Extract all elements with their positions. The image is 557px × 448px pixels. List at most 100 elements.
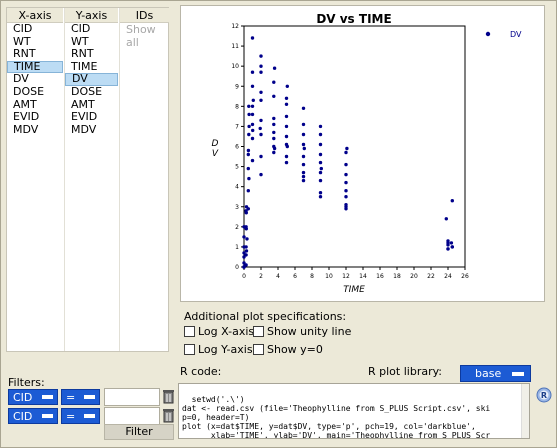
data-point: [272, 116, 276, 121]
log-x-checkbox[interactable]: [184, 326, 195, 337]
plot-panel: 0 2 4 6 8 10 12 14 16 18 20 22 24 26 0 1 2 3 4 5 6 7 8 9 10 11 12 …: [180, 5, 545, 302]
r-plot-library-value: base: [475, 367, 502, 380]
data-point: [242, 235, 246, 239]
x-tick-label: 6: [293, 273, 297, 280]
data-point: [259, 90, 263, 95]
x-tick-label: 8: [310, 273, 314, 280]
x-axis-item-cid[interactable]: CID: [7, 22, 63, 36]
x-tick-label: 18: [393, 273, 401, 280]
filter-variable-select-1[interactable]: CID: [8, 389, 58, 405]
r-plot-library-select[interactable]: base: [460, 365, 531, 382]
rcode-scrollbar[interactable]: [521, 384, 529, 438]
x-tick-label: 24: [444, 273, 452, 280]
y-tick-label: 3: [235, 204, 239, 211]
data-point: [272, 80, 276, 84]
filter-value-input-1[interactable]: [104, 388, 160, 406]
unity-line-option[interactable]: Show unity line: [253, 325, 351, 338]
x-axis-item-dose[interactable]: DOSE: [7, 85, 63, 99]
filters-label: Filters:: [8, 376, 45, 389]
data-point: [284, 124, 289, 129]
y-axis-item-evid[interactable]: EVID: [65, 111, 118, 124]
show-y0-checkbox[interactable]: [253, 344, 264, 355]
data-point: [244, 253, 248, 257]
r-logo-icon[interactable]: R: [536, 387, 552, 403]
y-axis-item-mdv[interactable]: MDV: [65, 123, 118, 137]
filter-variable-select-2[interactable]: CID: [8, 408, 58, 424]
data-point: [301, 174, 306, 179]
log-y-label: Log Y-axis: [198, 343, 253, 356]
filter-operator-select-2[interactable]: =: [61, 408, 100, 424]
data-point: [259, 132, 263, 137]
data-point: [344, 189, 348, 193]
x-axis-item-evid[interactable]: EVID: [7, 111, 63, 124]
data-point: [318, 132, 323, 137]
legend-label: DV: [510, 30, 522, 39]
data-point: [246, 148, 251, 153]
filter-variable-value-1: CID: [13, 390, 33, 404]
filter-button[interactable]: Filter: [104, 424, 174, 440]
scatter-chart: 0 2 4 6 8 10 12 14 16 18 20 22 24 260123456789101112 …: [212, 12, 522, 295]
x-tick-label: 20: [410, 273, 418, 280]
x-tick-label: 26: [461, 273, 469, 280]
y-axis-list: CID WT RNT TIME DV DOSE AMT EVID MDV: [65, 22, 118, 137]
data-point: [318, 191, 323, 195]
data-point: [250, 36, 255, 40]
data-point: [344, 162, 348, 167]
trash-icon[interactable]: [163, 408, 174, 423]
show-y0-label: Show y=0: [267, 343, 323, 356]
y-axis-item-dose[interactable]: DOSE: [65, 85, 118, 99]
data-point: [250, 112, 255, 117]
rcode-textarea[interactable]: setwd('.\') dat <- read.csv (file='Theop…: [178, 383, 530, 439]
x-tick-label: 22: [427, 273, 435, 280]
filter-value-input-2[interactable]: [104, 407, 160, 425]
data-point: [301, 142, 306, 147]
log-y-checkbox[interactable]: [184, 344, 195, 355]
legend-marker: [485, 31, 491, 37]
x-axis-column: X-axis CID WT RNT TIME DV DOSE AMT EVID MDV: [7, 8, 63, 351]
data-point: [446, 247, 450, 251]
x-tick-label: 10: [325, 273, 333, 280]
log-x-option[interactable]: Log X-axis: [184, 325, 254, 338]
x-axis-item-rnt[interactable]: RNT: [7, 48, 63, 61]
data-point: [450, 199, 454, 203]
x-axis-list: CID WT RNT TIME DV DOSE AMT EVID MDV: [7, 22, 63, 137]
data-point: [344, 172, 348, 177]
show-y0-option[interactable]: Show y=0: [253, 343, 323, 356]
y-axis-item-rnt[interactable]: RNT: [65, 48, 118, 61]
dropdown-arrow-icon: [42, 414, 53, 418]
trash-icon[interactable]: [163, 389, 174, 404]
data-point: [250, 84, 255, 89]
data-point: [244, 245, 248, 249]
data-point: [259, 70, 263, 74]
filter-operator-select-1[interactable]: =: [61, 389, 100, 405]
data-point: [301, 122, 306, 127]
data-point: [247, 176, 251, 181]
filter-operator-value-2: =: [66, 409, 76, 423]
unity-line-label: Show unity line: [267, 325, 352, 338]
y-tick-label: 9: [235, 83, 239, 90]
y-tick-label: 10: [231, 63, 239, 70]
ids-show-all-button[interactable]: Show all: [120, 23, 169, 49]
rcode-text: setwd('.\') dat <- read.csv (file='Theop…: [182, 395, 491, 439]
unity-line-checkbox[interactable]: [253, 326, 264, 337]
y-tick-label: 1: [235, 244, 239, 251]
data-point: [259, 154, 263, 159]
data-point: [446, 239, 450, 243]
data-point: [246, 207, 250, 211]
data-point: [444, 217, 448, 221]
data-point: [259, 118, 263, 123]
r-plot-library-label: R plot library:: [368, 365, 443, 378]
data-point: [318, 195, 323, 199]
y-tick-label: 7: [235, 123, 239, 130]
y-axis-label: DV: [212, 139, 219, 159]
y-axis-item-cid[interactable]: CID: [65, 22, 118, 36]
data-point: [272, 150, 276, 155]
data-point: [301, 154, 306, 159]
data-point: [259, 98, 263, 103]
dropdown-arrow-icon: [42, 395, 53, 399]
data-point: [318, 178, 323, 183]
log-y-option[interactable]: Log Y-axis: [184, 343, 253, 356]
data-point: [344, 150, 348, 155]
data-point: [284, 96, 289, 101]
x-axis-item-mdv[interactable]: MDV: [7, 123, 63, 137]
